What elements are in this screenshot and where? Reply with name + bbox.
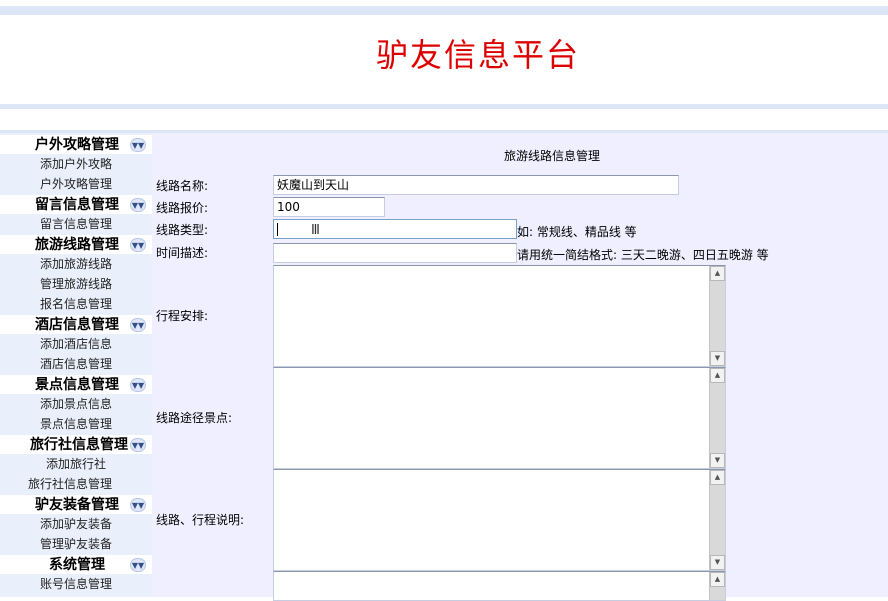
main-panel: 旅游线路信息管理 线路名称: 妖魔山到天山 线路报价: 100 线路类型: Ⅲ … (152, 133, 888, 601)
menu-group-system[interactable]: 系统管理 ▼▼ (0, 555, 152, 575)
menu-group-agencies[interactable]: 旅行社信息管理 ▼▼ (0, 435, 152, 455)
double-chevron-down-icon[interactable]: ▼▼ (130, 318, 146, 332)
menu-group-equipment[interactable]: 驴友装备管理 ▼▼ (0, 495, 152, 515)
itinerary-textarea[interactable]: ▲ ▼ (273, 265, 726, 367)
double-chevron-down-icon[interactable]: ▼▼ (130, 138, 146, 152)
double-chevron-down-icon[interactable]: ▼▼ (130, 498, 146, 512)
menu-item-label[interactable]: 留言信息管理 (40, 214, 112, 234)
time-hint: 请用统一简结格式: 三天二晚游、四日五晚游 等 (517, 248, 769, 262)
menu-item-add-spot[interactable]: 添加景点信息 (0, 394, 152, 414)
menu-item-manage-spots[interactable]: 景点信息管理 (0, 414, 152, 434)
menu-item-add-equipment[interactable]: 添加驴友装备 (0, 514, 152, 534)
menu-group-title: 留言信息管理 (35, 197, 119, 213)
site-title: 驴友信息平台 (376, 36, 581, 74)
menu-item-label[interactable]: 户外攻略管理 (40, 174, 112, 194)
menu-item-label[interactable]: 添加户外攻略 (40, 154, 112, 174)
scrollbar[interactable]: ▲ (709, 572, 725, 600)
scrollbar[interactable]: ▲ ▼ (709, 266, 725, 366)
double-chevron-down-icon[interactable]: ▼▼ (130, 438, 146, 452)
menu-group-title: 景点信息管理 (35, 377, 119, 393)
menu-item-label[interactable]: 管理驴友装备 (40, 534, 112, 554)
menu-group-outdoor-guide[interactable]: 户外攻略管理 ▼▼ (0, 135, 152, 155)
scroll-down-icon[interactable]: ▼ (710, 555, 725, 570)
scroll-up-icon[interactable]: ▲ (710, 266, 725, 281)
menu-item-signups[interactable]: 报名信息管理 (0, 294, 152, 314)
time-input[interactable] (273, 243, 517, 263)
menu-item-add-outdoor-guide[interactable]: 添加户外攻略 (0, 154, 152, 174)
double-chevron-down-icon[interactable]: ▼▼ (130, 198, 146, 212)
header-divider (0, 104, 888, 109)
scrollbar[interactable]: ▲ ▼ (709, 470, 725, 570)
double-chevron-down-icon[interactable]: ▼▼ (130, 378, 146, 392)
notes-label: 线路、行程说明: (156, 513, 245, 527)
price-input[interactable]: 100 (273, 197, 385, 217)
menu-group-scenic-spots[interactable]: 景点信息管理 ▼▼ (0, 375, 152, 395)
double-chevron-down-icon[interactable]: ▼▼ (130, 238, 146, 252)
menu-item-label[interactable]: 添加酒店信息 (40, 334, 112, 354)
menu-group-routes[interactable]: 旅游线路管理 ▼▼ (0, 235, 152, 255)
route-name-label: 线路名称: (156, 179, 209, 193)
spots-label: 线路途径景点: (156, 411, 233, 425)
menu-item-label[interactable]: 管理旅游线路 (40, 274, 112, 294)
menu-group-title: 旅行社信息管理 (30, 437, 128, 453)
menu-item-label[interactable]: 酒店信息管理 (40, 354, 112, 374)
menu-item-add-hotel[interactable]: 添加酒店信息 (0, 334, 152, 354)
header-top-stripe (0, 6, 888, 15)
scroll-down-icon[interactable]: ▼ (710, 351, 725, 366)
ibeam-cursor-icon: Ⅲ (311, 223, 320, 238)
menu-item-add-agency[interactable]: 添加旅行社 (0, 454, 152, 474)
time-label: 时间描述: (156, 246, 209, 260)
double-chevron-down-icon[interactable]: ▼▼ (130, 558, 146, 572)
menu-item-accounts[interactable]: 账号信息管理 (0, 574, 152, 594)
route-type-label: 线路类型: (156, 223, 209, 237)
menu-item-manage-equipment[interactable]: 管理驴友装备 (0, 534, 152, 554)
price-label: 线路报价: (156, 201, 209, 215)
menu-item-label[interactable]: 账号信息管理 (40, 574, 112, 594)
menu-group-title: 旅游线路管理 (35, 237, 119, 253)
menu-item-label[interactable]: 景点信息管理 (40, 414, 112, 434)
menu-item-label[interactable]: 旅行社信息管理 (28, 474, 112, 494)
menu-item-manage-routes[interactable]: 管理旅游线路 (0, 274, 152, 294)
page-title: 旅游线路信息管理 (504, 149, 601, 163)
scroll-down-icon[interactable]: ▼ (710, 453, 725, 468)
route-name-input[interactable]: 妖魔山到天山 (273, 175, 679, 195)
menu-item-label[interactable]: 添加景点信息 (40, 394, 112, 414)
menu-item-label[interactable]: 添加驴友装备 (40, 514, 112, 534)
menu-group-hotels[interactable]: 酒店信息管理 ▼▼ (0, 315, 152, 335)
route-type-hint: 如: 常规线、精品线 等 (517, 225, 637, 239)
menu-item-label[interactable]: 添加旅游线路 (40, 254, 112, 274)
text-caret (277, 223, 278, 236)
sidebar: 户外攻略管理 ▼▼ 添加户外攻略 户外攻略管理 留言信息管理 ▼▼ 留言信息管理… (0, 133, 152, 597)
menu-group-messages[interactable]: 留言信息管理 ▼▼ (0, 195, 152, 215)
spots-textarea[interactable]: ▲ ▼ (273, 367, 726, 469)
scroll-up-icon[interactable]: ▲ (710, 368, 725, 383)
menu-item-label[interactable]: 添加旅行社 (46, 454, 106, 474)
scroll-up-icon[interactable]: ▲ (710, 572, 725, 587)
menu-group-title: 酒店信息管理 (35, 317, 119, 333)
menu-item-add-route[interactable]: 添加旅游线路 (0, 254, 152, 274)
scroll-up-icon[interactable]: ▲ (710, 470, 725, 485)
menu-group-title: 系统管理 (49, 557, 105, 573)
route-type-input[interactable]: Ⅲ (273, 219, 517, 239)
menu-item-manage-hotels[interactable]: 酒店信息管理 (0, 354, 152, 374)
menu-item-manage-messages[interactable]: 留言信息管理 (0, 214, 152, 234)
menu-group-title: 驴友装备管理 (35, 497, 119, 513)
menu-item-label[interactable]: 报名信息管理 (40, 294, 112, 314)
itinerary-label: 行程安排: (156, 309, 209, 323)
scrollbar[interactable]: ▲ ▼ (709, 368, 725, 468)
menu-group-title: 户外攻略管理 (35, 137, 119, 153)
menu-item-manage-outdoor-guide[interactable]: 户外攻略管理 (0, 174, 152, 194)
menu-item-manage-agencies[interactable]: 旅行社信息管理 (0, 474, 152, 494)
notes-textarea[interactable]: ▲ ▼ (273, 469, 726, 571)
